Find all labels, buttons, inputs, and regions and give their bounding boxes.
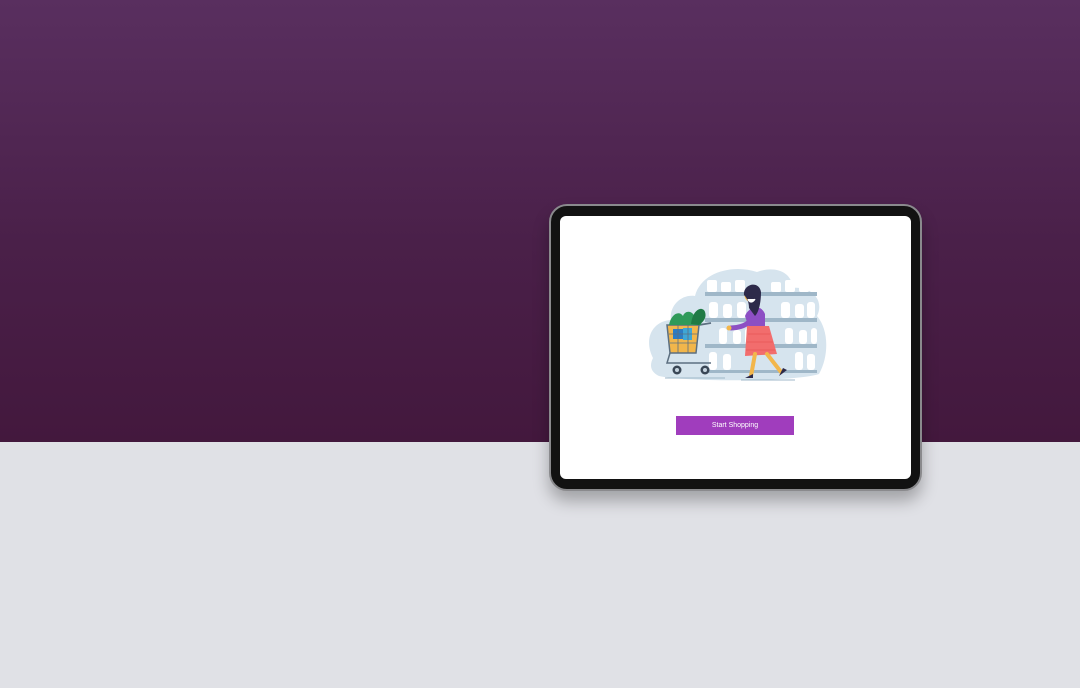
shopping-cart-illustration — [649, 269, 827, 381]
tablet-device: Start Shopping — [549, 204, 922, 491]
tablet-screen: Start Shopping — [560, 216, 911, 479]
start-shopping-button[interactable]: Start Shopping — [676, 416, 794, 435]
